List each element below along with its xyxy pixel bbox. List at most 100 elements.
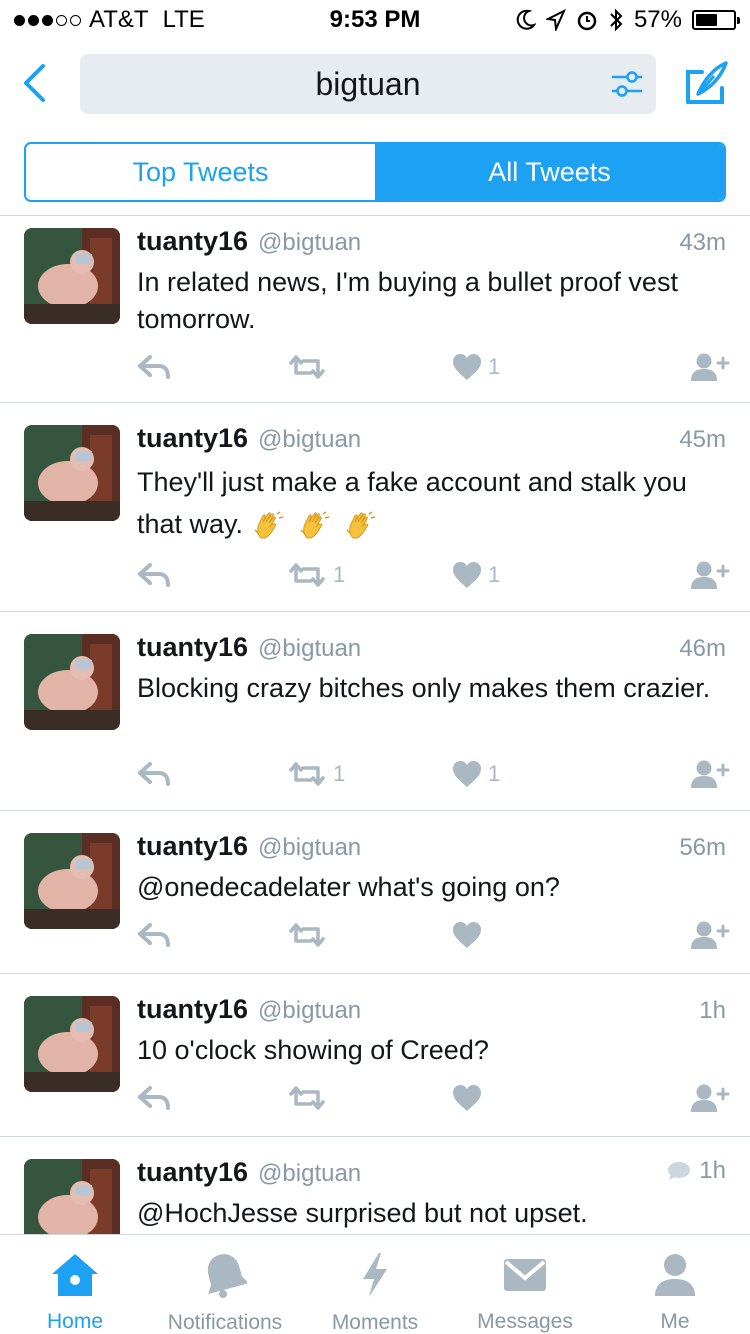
author-name[interactable]: tuanty16 [137,632,248,663]
tab-messages-label: Messages [477,1310,573,1333]
battery-icon [692,10,740,30]
follow-button[interactable] [690,560,730,590]
retweet-icon [289,1086,325,1110]
author-handle[interactable]: @bigtuan [258,229,361,257]
avatar[interactable] [24,1159,120,1234]
follow-button[interactable] [690,352,730,382]
reply-button[interactable] [137,353,171,381]
tab-notifications[interactable]: Notifications [150,1235,300,1334]
alarm-icon [577,11,597,31]
waving-hand-icon [346,511,376,539]
tab-top-tweets[interactable]: Top Tweets [26,144,375,200]
tweet-actions: 1 1 [137,754,730,794]
retweet-button[interactable] [287,921,333,949]
signal-strength-icon [14,14,81,26]
tweet-time: 43m [679,229,726,256]
tweet-time: 1h [699,997,726,1024]
like-count: 1 [488,354,501,379]
tweet-card[interactable]: tuanty16 @bigtuan 46m Blocking crazy bit… [0,612,750,811]
tweet-text: In related news, I'm buying a bullet pro… [137,267,678,334]
author-handle[interactable]: @bigtuan [258,1160,361,1188]
like-button[interactable]: 1 [452,561,500,589]
tweet-actions: 1 [137,347,730,387]
retweet-icon [289,762,325,786]
avatar[interactable] [24,996,120,1092]
author-handle[interactable]: @bigtuan [258,635,361,663]
back-button[interactable] [14,60,54,106]
reply-button[interactable] [137,921,171,949]
add-user-icon [691,561,730,589]
tweet-text: @onedecadelater what's going on? [137,872,560,902]
like-button[interactable] [452,1084,488,1112]
author-handle[interactable]: @bigtuan [258,834,361,862]
avatar[interactable] [24,228,120,324]
retweet-icon [289,563,325,587]
tweet-card[interactable]: tuanty16 @bigtuan 1h @HochJesse surprise… [0,1137,750,1234]
envelope-icon [504,1258,546,1291]
reply-button[interactable] [137,561,171,589]
tweet-text: @HochJesse surprised but not upset. [137,1198,588,1228]
filter-icon[interactable] [610,68,644,100]
waving-hands [253,510,377,542]
author-name[interactable]: tuanty16 [137,994,248,1025]
tab-home-label: Home [46,1310,104,1333]
add-user-icon [691,1084,730,1112]
tweet-card[interactable]: tuanty16 @bigtuan 1h 10 o'clock showing … [0,974,750,1137]
profile-icon [655,1253,695,1296]
tab-notifications-label: Notifications [167,1311,283,1334]
follow-button[interactable] [690,920,730,950]
battery-percent: 57% [633,6,682,33]
reply-icon [138,355,170,379]
chevron-left-icon [24,64,45,102]
author-name[interactable]: tuanty16 [137,226,248,257]
conversation-bubble-icon [668,1162,691,1180]
tab-me[interactable]: Me [600,1235,750,1334]
like-button[interactable]: 1 [452,760,500,788]
tweet-time: 1h [667,1157,726,1185]
tweet-card[interactable]: tuanty16 @bigtuan 43m In related news, I… [0,216,750,403]
like-count: 1 [488,761,501,786]
follow-button[interactable] [690,759,730,789]
tweet-feed[interactable]: tuanty16 @bigtuan 43m In related news, I… [0,216,750,1234]
author-name[interactable]: tuanty16 [137,423,248,454]
like-button[interactable]: 1 [452,353,500,381]
reply-button[interactable] [137,760,171,788]
reply-icon [138,923,170,947]
avatar[interactable] [24,634,120,730]
heart-icon [453,761,481,787]
author-handle[interactable]: @bigtuan [258,426,361,454]
author-name[interactable]: tuanty16 [137,831,248,862]
retweet-icon [289,355,325,379]
author-handle[interactable]: @bigtuan [258,997,361,1025]
search-header: bigtuan [0,40,750,132]
retweet-button[interactable]: 1 [287,760,345,788]
follow-button[interactable] [690,1083,730,1113]
tab-home[interactable]: Home [0,1235,150,1334]
tab-messages[interactable]: Messages [450,1235,600,1334]
lightning-icon [363,1253,387,1297]
retweet-button[interactable] [287,1084,333,1112]
tab-all-tweets[interactable]: All Tweets [375,144,724,200]
like-button[interactable] [452,921,488,949]
home-icon [52,1253,98,1296]
author-name[interactable]: tuanty16 [137,1157,248,1188]
avatar[interactable] [24,833,120,929]
tab-moments[interactable]: Moments [300,1235,450,1334]
tweet-actions [137,1078,730,1118]
heart-icon [453,922,481,948]
tab-moments-label: Moments [331,1311,419,1334]
tweet-text: They'll just make a fake account and sta… [137,467,687,539]
compose-tweet-icon[interactable] [684,60,730,106]
retweet-button[interactable]: 1 [287,561,345,589]
bluetooth-icon [610,8,623,32]
tweet-card[interactable]: tuanty16 @bigtuan 45m They'll just make … [0,403,750,612]
reply-button[interactable] [137,1084,171,1112]
avatar[interactable] [24,425,120,521]
network-type: LTE [162,6,205,33]
reply-icon [138,563,170,587]
search-field[interactable]: bigtuan [80,54,656,114]
search-query: bigtuan [315,65,421,102]
retweet-count: 1 [333,562,346,587]
tweet-card[interactable]: tuanty16 @bigtuan 56m @onedecadelater wh… [0,811,750,974]
retweet-button[interactable] [287,353,333,381]
